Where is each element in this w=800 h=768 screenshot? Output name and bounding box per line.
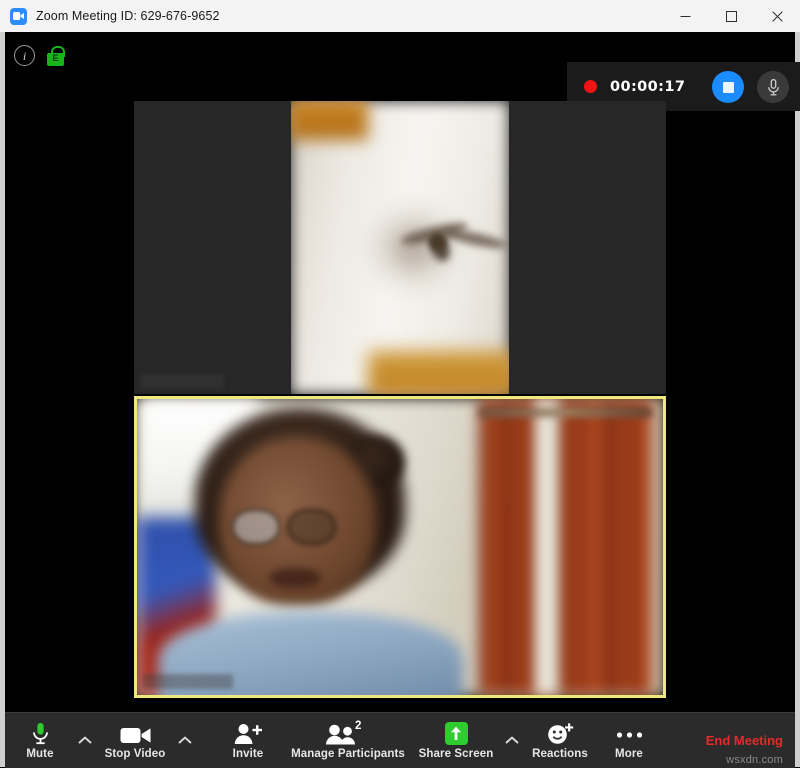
curtain-gap xyxy=(534,399,561,695)
participant-video-active[interactable] xyxy=(134,396,666,698)
mute-options-chevron[interactable] xyxy=(72,713,98,768)
record-dot-icon xyxy=(584,80,597,93)
zoom-camera-icon xyxy=(10,7,27,25)
toolbar-more-button[interactable]: More xyxy=(603,713,655,768)
orange-curtain xyxy=(478,399,653,695)
window-controls xyxy=(662,0,800,32)
participant-video-top[interactable] xyxy=(134,101,666,394)
green-lock-icon[interactable]: E xyxy=(47,45,65,66)
participant-name-label xyxy=(140,374,224,389)
eyeglasses-left-lens xyxy=(231,508,281,546)
fan-wall xyxy=(290,101,510,394)
info-icon[interactable]: i xyxy=(14,45,35,66)
window-title-bar: Zoom Meeting ID: 629-676-9652 xyxy=(0,0,800,33)
ellipsis-icon xyxy=(616,721,643,745)
toolbar-invite-label: Invite xyxy=(232,748,264,760)
end-meeting-label: End Meeting xyxy=(705,733,783,748)
toolbar-invite-button[interactable]: Invite xyxy=(220,713,276,768)
toolbar-more-label: More xyxy=(615,748,643,760)
eyeglasses-right-lens xyxy=(286,508,336,546)
meeting-status-icons: i E xyxy=(14,45,65,66)
share-options-chevron[interactable] xyxy=(499,713,525,768)
video-content-top xyxy=(134,101,666,394)
toolbar-share-screen-button[interactable]: Share Screen xyxy=(419,713,493,768)
toolbar-manage-participants-label: Manage Participants xyxy=(291,748,405,760)
share-arrow-icon xyxy=(444,721,468,745)
curtain-rod xyxy=(478,407,653,417)
watermark: wsxdn.com xyxy=(726,754,783,766)
toolbar-reactions-button[interactable]: Reactions xyxy=(527,713,593,768)
fan-upper-wood xyxy=(288,101,369,141)
person-add-icon xyxy=(234,721,263,745)
stop-square-icon xyxy=(722,81,734,93)
share-green-box xyxy=(444,722,468,745)
window-frame-right xyxy=(795,32,800,767)
letterbox-bar-right xyxy=(509,101,666,394)
smiley-plus-icon xyxy=(547,721,574,745)
microphone-icon xyxy=(32,721,49,745)
toolbar-mute-label: Mute xyxy=(26,748,54,760)
minimize-button[interactable] xyxy=(662,0,708,32)
recording-elapsed-time: 00:00:17 xyxy=(610,78,686,95)
toolbar-mute-button[interactable]: Mute xyxy=(15,713,65,768)
chevron-up-icon xyxy=(505,736,519,744)
window-title: Zoom Meeting ID: 629-676-9652 xyxy=(36,9,220,23)
people-icon: 2 xyxy=(325,720,371,745)
toolbar-stop-video-label: Stop Video xyxy=(104,748,166,760)
letterbox-bar-left xyxy=(134,101,291,394)
chevron-up-icon xyxy=(78,736,92,744)
lock-body: E xyxy=(47,52,64,66)
maximize-button[interactable] xyxy=(708,0,754,32)
meeting-toolbar: Mute Stop Video Invite 2 Manage Particip… xyxy=(5,712,795,768)
toolbar-reactions-label: Reactions xyxy=(532,748,588,760)
microphone-icon xyxy=(767,78,779,95)
video-options-chevron[interactable] xyxy=(172,713,198,768)
video-content-active xyxy=(137,399,663,695)
video-camera-icon xyxy=(120,721,151,745)
participant-name-label xyxy=(143,674,233,689)
recording-mic-button[interactable] xyxy=(757,71,789,103)
participant-count-badge: 2 xyxy=(355,720,362,732)
close-button[interactable] xyxy=(754,0,800,32)
video-stage: i E 00:00:17 xyxy=(5,32,800,712)
toolbar-stop-video-button[interactable]: Stop Video xyxy=(100,713,170,768)
fan-lower-wood xyxy=(368,351,518,394)
stop-recording-button[interactable] xyxy=(712,71,744,103)
toolbar-manage-participants-button[interactable]: 2 Manage Participants xyxy=(283,713,413,768)
chevron-up-icon xyxy=(178,736,192,744)
toolbar-share-screen-label: Share Screen xyxy=(418,748,494,760)
zoom-meeting-window: Zoom Meeting ID: 629-676-9652 i E 00:00:… xyxy=(0,0,800,768)
